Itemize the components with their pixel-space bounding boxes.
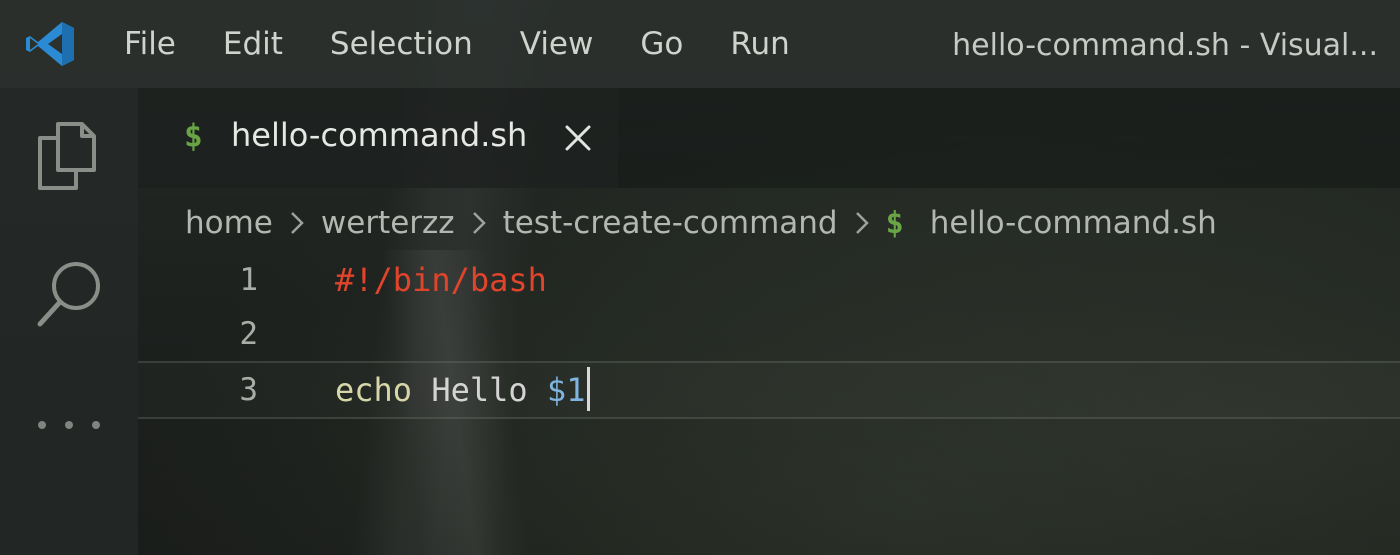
dot [65,421,73,429]
code-line[interactable]: 1 #!/bin/bash [138,253,1400,307]
line-number: 2 [239,316,258,352]
code-line-current[interactable]: 3 echo Hello $1 [138,361,1400,419]
activity-bar [0,88,138,555]
close-icon[interactable] [562,122,594,154]
menu-edit[interactable]: Edit [223,26,283,62]
vscode-logo-icon [26,22,74,66]
shell-file-icon: $ [184,118,203,154]
code-line[interactable]: 2 [138,307,1400,361]
dot [38,421,46,429]
shell-file-icon: $ [885,205,904,241]
window-title: hello-command.sh - Visual... [952,28,1378,63]
menu-file[interactable]: File [124,26,176,62]
vscode-window: File Edit Selection View Go Run hello-co… [0,0,1400,555]
line-number: 3 [239,372,258,408]
text-token: Hello [412,371,547,409]
code-editor[interactable]: 1 #!/bin/bash 2 3 echo Hello $1 [138,250,1400,555]
breadcrumb-test-create-command[interactable]: test-create-command [503,205,838,241]
breadcrumb: home werterzz test-create-command $ hell… [185,198,1217,248]
line-content: echo Hello $1 [335,363,591,417]
chevron-right-icon [855,212,869,234]
line-content: #!/bin/bash [335,253,547,307]
command-token: echo [335,371,413,409]
line-number: 1 [239,262,258,298]
menu-bar: File Edit Selection View Go Run [124,0,837,88]
variable-token: $1 [546,371,586,409]
dot [92,421,100,429]
chevron-right-icon [472,212,486,234]
chevron-right-icon [291,212,304,234]
tab-label: hello-command.sh [231,116,528,154]
explorer-icon[interactable] [32,118,106,192]
more-icon[interactable] [38,418,100,432]
menu-run[interactable]: Run [730,26,789,62]
menu-view[interactable]: View [520,26,594,62]
tab-hello-command[interactable]: $ hello-command.sh [138,88,618,188]
tab-bar: $ hello-command.sh [138,88,1400,188]
menu-selection[interactable]: Selection [330,26,473,62]
breadcrumb-werterzz[interactable]: werterzz [321,205,455,241]
breadcrumb-home[interactable]: home [185,205,273,241]
text-cursor [587,367,591,411]
breadcrumb-file[interactable]: hello-command.sh [930,205,1217,241]
shebang-token: #!/bin/bash [335,261,547,299]
menu-go[interactable]: Go [640,26,683,62]
search-icon[interactable] [32,258,106,332]
title-bar: File Edit Selection View Go Run hello-co… [0,0,1400,88]
